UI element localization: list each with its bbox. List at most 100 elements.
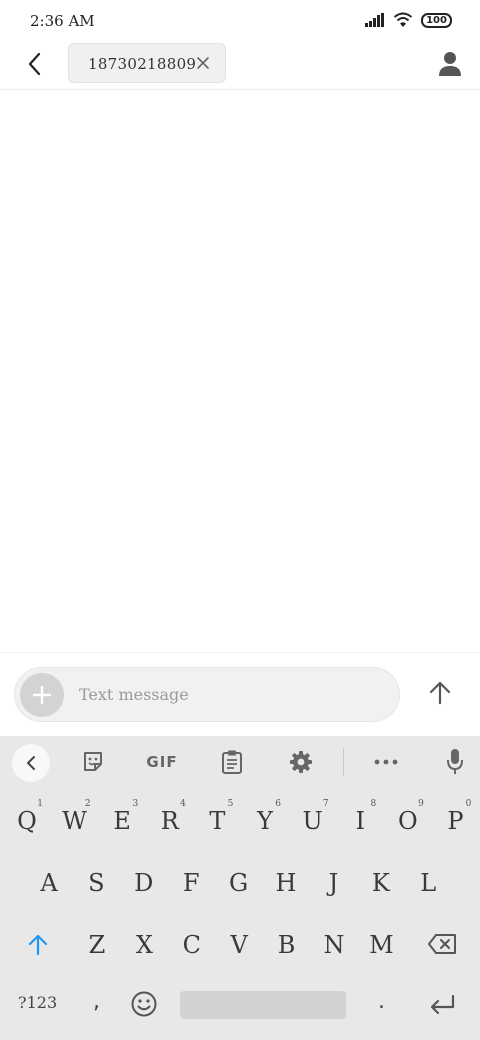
key-label: L — [420, 869, 437, 897]
key-c[interactable]: C — [172, 920, 212, 970]
key-hint: 0 — [465, 799, 472, 809]
status-bar: 2:36 AM 100 — [0, 0, 480, 42]
key-label: X — [135, 931, 153, 959]
key-hint: 5 — [227, 799, 234, 809]
key-m[interactable]: M — [361, 920, 401, 970]
conversation-header: 18730218809 — [0, 42, 480, 90]
shift-key[interactable] — [26, 932, 50, 956]
key-l[interactable]: L — [408, 858, 448, 908]
mic-icon — [447, 749, 463, 774]
clipboard-icon — [222, 750, 242, 774]
clipboard-button[interactable] — [219, 749, 245, 775]
key-label: N — [323, 931, 345, 959]
status-icons: 100 — [365, 12, 452, 28]
sticker-icon — [84, 752, 102, 771]
key-o[interactable]: O9 — [388, 796, 428, 846]
symbols-key[interactable]: ?123 — [18, 993, 57, 1012]
key-b[interactable]: B — [267, 920, 307, 970]
key-a[interactable]: A — [29, 858, 69, 908]
add-attachment-button[interactable] — [20, 673, 64, 717]
back-button[interactable] — [18, 48, 50, 80]
gif-button[interactable]: GIF — [144, 749, 180, 775]
key-f[interactable]: F — [171, 858, 211, 908]
key-label: I — [355, 807, 365, 835]
emoji-key[interactable] — [130, 990, 158, 1018]
key-hint: 2 — [84, 799, 91, 809]
sticker-button[interactable] — [80, 749, 106, 775]
key-label: H — [275, 869, 297, 897]
backspace-key[interactable] — [427, 933, 457, 955]
compose-bar: Text message — [0, 652, 480, 736]
plus-icon — [32, 685, 52, 705]
close-icon[interactable] — [195, 55, 211, 71]
key-t[interactable]: T5 — [197, 796, 237, 846]
key-v[interactable]: V — [219, 920, 259, 970]
key-hint: 1 — [37, 799, 43, 809]
key-x[interactable]: X — [124, 920, 164, 970]
settings-button[interactable] — [288, 749, 314, 775]
key-hint: 3 — [132, 799, 139, 809]
key-hint: 7 — [322, 799, 329, 809]
key-hint: 9 — [418, 799, 424, 809]
chevron-left-icon — [27, 756, 35, 770]
key-w[interactable]: W2 — [55, 796, 95, 846]
key-label: M — [369, 931, 394, 959]
key-label: K — [371, 869, 390, 897]
message-input[interactable]: Text message — [79, 685, 189, 704]
key-label: O — [397, 807, 418, 835]
key-k[interactable]: K — [361, 858, 401, 908]
key-label: Y — [257, 807, 273, 835]
voice-input-button[interactable] — [442, 749, 468, 775]
key-label: T — [209, 807, 226, 835]
key-label: A — [40, 869, 58, 897]
key-label: U — [302, 807, 323, 835]
more-button[interactable] — [372, 749, 400, 775]
key-h[interactable]: H — [266, 858, 306, 908]
key-label: Z — [88, 931, 106, 959]
key-r[interactable]: R4 — [150, 796, 190, 846]
recipient-number: 18730218809 — [88, 55, 197, 73]
key-label: B — [277, 931, 296, 959]
key-label: W — [62, 807, 87, 835]
gear-icon — [290, 751, 312, 773]
key-y[interactable]: Y6 — [245, 796, 285, 846]
status-time: 2:36 AM — [30, 12, 95, 30]
key-label: G — [229, 869, 249, 897]
key-q[interactable]: Q1 — [7, 796, 47, 846]
key-hint: 8 — [370, 799, 377, 809]
key-u[interactable]: U7 — [293, 796, 333, 846]
comma-key[interactable]: , — [93, 989, 100, 1014]
signal-icon — [365, 13, 384, 27]
key-label: Q — [17, 807, 37, 835]
key-label: D — [134, 869, 154, 897]
key-e[interactable]: E3 — [102, 796, 142, 846]
key-label: E — [113, 807, 131, 835]
send-button[interactable] — [426, 679, 454, 707]
key-label: R — [160, 807, 179, 835]
key-j[interactable]: J — [313, 858, 353, 908]
key-label: V — [230, 931, 248, 959]
key-n[interactable]: N — [314, 920, 354, 970]
space-bar[interactable] — [180, 991, 346, 1019]
key-d[interactable]: D — [124, 858, 164, 908]
keyboard: G I F Q 1 W 2 E 3 R 4 T 5 Y 6 U 7 I 8 O 9 … — [0, 736, 480, 1040]
period-key[interactable]: . — [378, 989, 385, 1014]
toolbar-back-button[interactable] — [12, 744, 50, 782]
key-label: C — [182, 931, 201, 959]
recipient-chip[interactable]: 18730218809 — [68, 43, 226, 83]
compose-box: Text message — [14, 667, 400, 722]
toolbar-divider — [343, 748, 344, 776]
key-p[interactable]: P0 — [435, 796, 475, 846]
wifi-icon — [393, 12, 413, 27]
key-hint: 6 — [275, 799, 281, 809]
chevron-left-icon — [28, 52, 41, 76]
key-i[interactable]: I8 — [340, 796, 380, 846]
keyboard-toolbar: GIF — [0, 736, 480, 788]
enter-key[interactable] — [428, 994, 456, 1016]
key-label: P — [447, 807, 464, 835]
person-icon[interactable] — [436, 50, 464, 78]
key-label: J — [328, 869, 339, 897]
key-z[interactable]: Z — [77, 920, 117, 970]
key-g[interactable]: G — [219, 858, 259, 908]
key-s[interactable]: S — [76, 858, 116, 908]
